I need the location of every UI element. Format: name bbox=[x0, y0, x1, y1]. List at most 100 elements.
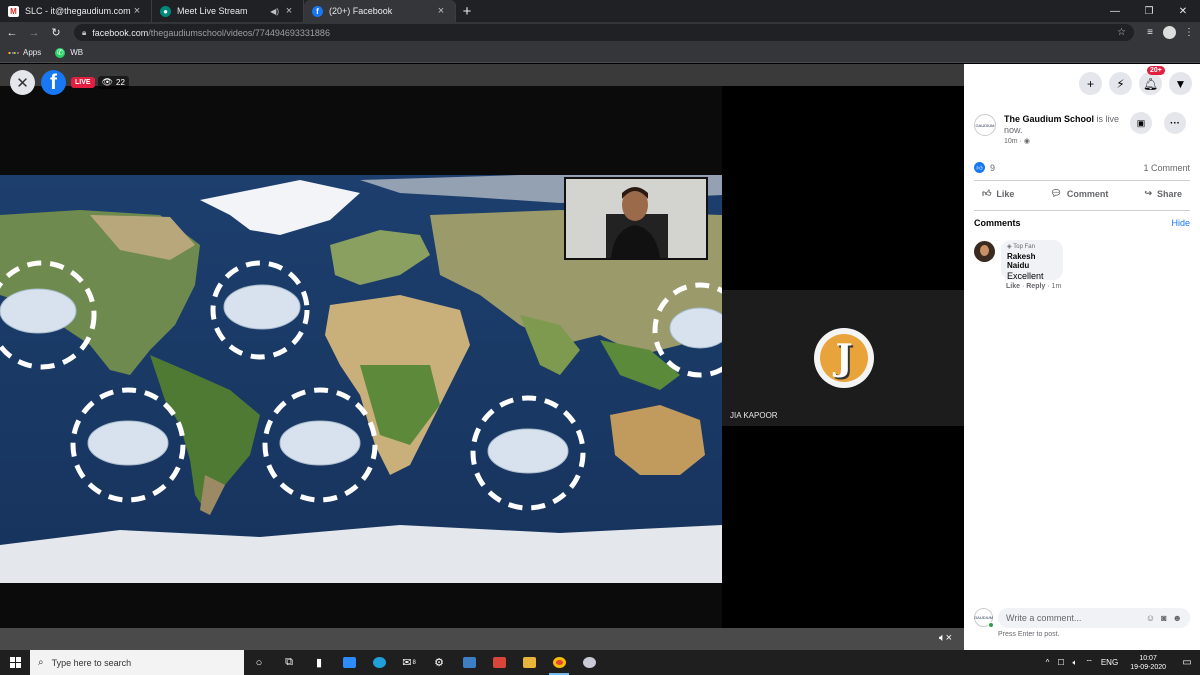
share-button[interactable]: ↪ Share bbox=[1136, 186, 1190, 201]
windows-taskbar: ⌕ Type here to search ○ ⧉ ▮ ✉ 8 ⚙ ^ ☐ 🔈︎ … bbox=[0, 650, 1200, 675]
comment-reply-link[interactable]: Reply bbox=[1026, 283, 1045, 290]
cortana-icon[interactable]: ○ bbox=[244, 650, 274, 675]
likes-count[interactable]: 9 bbox=[990, 163, 995, 173]
clock[interactable]: 10:07 19-09-2020 bbox=[1126, 654, 1170, 672]
new-tab-button[interactable]: + bbox=[456, 0, 478, 22]
eye-icon: 👁︎ bbox=[101, 77, 113, 87]
url-host: facebook.com bbox=[92, 27, 149, 38]
avatar: J bbox=[814, 328, 874, 388]
wifi-icon[interactable]: ⌔ bbox=[1085, 658, 1093, 668]
more-options-button[interactable]: ··· bbox=[1164, 112, 1186, 134]
video-controls-bar: 🔈︎× bbox=[0, 628, 964, 650]
facebook-side-panel: + ⚡︎ 🔔︎ 20+ ▼ GAUDIUM The Gaudium School… bbox=[964, 64, 1200, 650]
comment-like-link[interactable]: Like bbox=[1006, 283, 1020, 290]
like-button[interactable]: 👍︎ Like bbox=[974, 186, 1022, 201]
zoom-app-icon[interactable] bbox=[334, 650, 364, 675]
comment-meta: Like · Reply · 1m bbox=[1006, 283, 1062, 290]
avatar[interactable] bbox=[974, 241, 995, 262]
task-view-icon[interactable]: ⧉ bbox=[274, 650, 304, 675]
volume-mute-icon[interactable]: 🔈︎× bbox=[939, 632, 952, 645]
sticker-icon[interactable]: ☻ bbox=[1173, 613, 1182, 623]
action-center-icon[interactable]: ▭ bbox=[1178, 657, 1196, 668]
post-stats: 👍︎ 9 1 Comment bbox=[974, 162, 1190, 173]
media-queue-icon[interactable]: ≡ bbox=[1140, 27, 1160, 38]
forward-arrow-icon[interactable]: → bbox=[24, 23, 44, 43]
usb-device-icon[interactable]: ▮ bbox=[304, 650, 334, 675]
online-status-dot bbox=[988, 622, 994, 628]
close-icon[interactable]: × bbox=[283, 5, 295, 17]
live-video-player[interactable]: J JIA KAPOOR 🔈︎× bbox=[0, 64, 964, 650]
reload-icon[interactable]: ↻ bbox=[46, 23, 66, 43]
back-arrow-icon[interactable]: ← bbox=[2, 23, 22, 43]
chrome-icon[interactable] bbox=[544, 650, 574, 675]
emoji-icon[interactable]: ☺ bbox=[1146, 613, 1155, 623]
paint-app-icon[interactable] bbox=[574, 650, 604, 675]
language-indicator[interactable]: ENG bbox=[1101, 658, 1118, 667]
facebook-logo-icon[interactable]: f bbox=[41, 70, 66, 95]
comment-placeholder: Write a comment... bbox=[1006, 613, 1082, 623]
share-icon: ↪ bbox=[1144, 188, 1152, 198]
star-icon[interactable]: ☆ bbox=[1117, 27, 1126, 38]
presenter-video-frame bbox=[566, 179, 706, 258]
camera-icon[interactable]: ◙ bbox=[1161, 613, 1166, 623]
close-icon[interactable]: × bbox=[435, 5, 447, 17]
browser-toolbar: ← → ↻ 🔒︎ facebook.com /thegaudiumschool/… bbox=[0, 22, 1200, 43]
page-logo[interactable]: GAUDIUM bbox=[974, 114, 996, 136]
address-bar[interactable]: 🔒︎ facebook.com /thegaudiumschool/videos… bbox=[74, 24, 1134, 41]
top-fan-badge: ◈ Top Fan bbox=[1007, 243, 1057, 251]
mail-badge: 8 bbox=[412, 659, 416, 666]
create-button[interactable]: + bbox=[1079, 72, 1102, 95]
participants-panel: J JIA KAPOOR bbox=[722, 86, 964, 628]
facebook-icon: f bbox=[312, 5, 323, 17]
tray-chevron-up-icon[interactable]: ^ bbox=[1046, 658, 1050, 667]
start-button[interactable] bbox=[0, 650, 30, 675]
edge-icon[interactable] bbox=[364, 650, 394, 675]
tab-meet-live-stream[interactable]: ● Meet Live Stream ◀) × bbox=[152, 0, 304, 22]
save-button[interactable]: ▣ bbox=[1130, 112, 1152, 134]
bookmark-wb[interactable]: ✆ WB bbox=[55, 47, 83, 58]
network-icon[interactable]: ☐ bbox=[1057, 658, 1064, 667]
system-tray: ^ ☐ 🔈︎ ⌔ ENG 10:07 19-09-2020 ▭ bbox=[1042, 654, 1200, 672]
monitor-app-icon[interactable] bbox=[454, 650, 484, 675]
volume-icon[interactable]: 🔈︎ bbox=[1073, 658, 1078, 668]
post-time[interactable]: 10m · bbox=[1004, 138, 1022, 145]
comments-count[interactable]: 1 Comment bbox=[1143, 163, 1190, 173]
comment-icon: 💬︎ bbox=[1050, 188, 1062, 198]
video-recorder-icon[interactable] bbox=[484, 650, 514, 675]
minimize-icon[interactable]: — bbox=[1098, 0, 1132, 22]
divider bbox=[974, 180, 1190, 181]
messenger-button[interactable]: ⚡︎ bbox=[1109, 72, 1132, 95]
hide-comments-link[interactable]: Hide bbox=[1171, 218, 1190, 228]
file-explorer-icon[interactable] bbox=[514, 650, 544, 675]
close-icon[interactable]: × bbox=[131, 5, 143, 17]
tab-gmail[interactable]: M SLC - it@thegaudium.com - Gau × bbox=[0, 0, 152, 22]
close-window-icon[interactable]: ✕ bbox=[1166, 0, 1200, 22]
bookmark-apps[interactable]: Apps bbox=[8, 48, 41, 58]
settings-gear-icon[interactable]: ⚙ bbox=[424, 650, 454, 675]
edge-glyph bbox=[372, 657, 386, 668]
taskbar-search[interactable]: ⌕ Type here to search bbox=[30, 650, 244, 675]
comment-label: Comment bbox=[1066, 188, 1109, 199]
close-video-button[interactable]: ✕ bbox=[10, 70, 35, 95]
post-actions: 👍︎ Like 💬︎ Comment ↪ Share bbox=[974, 186, 1190, 201]
speaker-icon: ◀) bbox=[270, 6, 279, 16]
comment-author[interactable]: Rakesh Naidu bbox=[1007, 252, 1057, 270]
live-badge: LIVE bbox=[71, 77, 95, 88]
account-menu-button[interactable]: ▼ bbox=[1169, 72, 1192, 95]
bell-icon: 🔔︎ bbox=[1142, 76, 1159, 91]
video-overlay-controls: ✕ f LIVE 👁︎ 22 bbox=[10, 70, 129, 95]
screen: M SLC - it@thegaudium.com - Gau × ● Meet… bbox=[0, 0, 1200, 675]
page-name-link[interactable]: The Gaudium School bbox=[1004, 114, 1094, 124]
restore-icon[interactable]: ❐ bbox=[1132, 0, 1166, 22]
page-logo-text: GAUDIUM bbox=[975, 122, 995, 128]
comment-input[interactable]: Write a comment... ☺ ◙ ☻ bbox=[998, 608, 1190, 628]
notifications-button[interactable]: 🔔︎ 20+ bbox=[1139, 66, 1165, 95]
tab-facebook[interactable]: f (20+) Facebook × bbox=[304, 0, 456, 22]
comments-header: Comments Hide bbox=[974, 218, 1190, 228]
menu-dots-icon[interactable]: ⋮ bbox=[1179, 27, 1199, 38]
participant-initial: J bbox=[820, 334, 868, 382]
profile-avatar[interactable] bbox=[1163, 26, 1176, 39]
comment-button[interactable]: 💬︎ Comment bbox=[1042, 186, 1116, 201]
participant-name: JIA KAPOOR bbox=[730, 411, 778, 420]
mail-icon[interactable]: ✉ 8 bbox=[394, 650, 424, 675]
